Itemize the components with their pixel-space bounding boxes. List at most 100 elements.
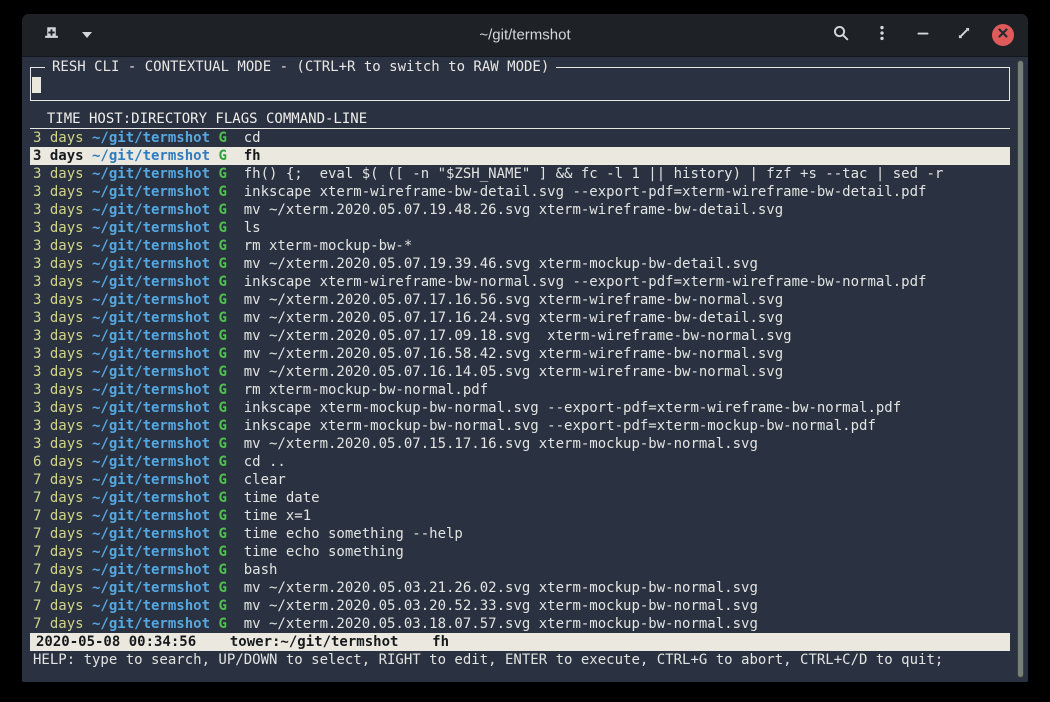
history-list: 3 days~/git/termshotGcd3 days~/git/terms… — [30, 129, 1010, 633]
row-host-directory: ~/git/termshot — [92, 310, 210, 326]
row-time: 7 days — [33, 490, 84, 506]
search-input[interactable] — [32, 77, 1005, 93]
tab-dropdown-button[interactable] — [74, 22, 100, 48]
new-tab-icon — [43, 24, 60, 46]
row-time: 7 days — [33, 472, 84, 488]
new-tab-button[interactable] — [38, 22, 64, 48]
history-row[interactable]: 3 days~/git/termshotGrm xterm-mockup-bw-… — [30, 237, 1010, 255]
status-host-path: tower:~/git/termshot — [230, 634, 399, 650]
row-host-directory: ~/git/termshot — [92, 328, 210, 344]
status-bar: 2020-05-08 00:34:56tower:~/git/termshotf… — [30, 633, 1010, 651]
history-row[interactable]: 7 days~/git/termshotGtime x=1 — [30, 507, 1010, 525]
history-row[interactable]: 7 days~/git/termshotGbash — [30, 561, 1010, 579]
history-row[interactable]: 7 days~/git/termshotGmv ~/xterm.2020.05.… — [30, 597, 1010, 615]
row-host-directory: ~/git/termshot — [92, 544, 210, 560]
history-row[interactable]: 3 days~/git/termshotGfh — [30, 147, 1010, 165]
row-host-directory: ~/git/termshot — [92, 130, 210, 146]
row-host-directory: ~/git/termshot — [92, 490, 210, 506]
row-host-directory: ~/git/termshot — [92, 202, 210, 218]
row-time: 3 days — [33, 184, 84, 200]
row-host-directory: ~/git/termshot — [92, 418, 210, 434]
row-time: 3 days — [33, 436, 84, 452]
row-flags: G — [218, 238, 226, 254]
row-command: time echo something --help — [244, 526, 463, 542]
row-time: 3 days — [33, 166, 84, 182]
history-row[interactable]: 3 days~/git/termshotGmv ~/xterm.2020.05.… — [30, 255, 1010, 273]
row-flags: G — [218, 544, 226, 560]
scrollbar-thumb[interactable] — [1017, 60, 1024, 678]
row-time: 3 days — [33, 220, 84, 236]
text-cursor — [32, 77, 41, 93]
row-time: 7 days — [33, 544, 84, 560]
row-host-directory: ~/git/termshot — [92, 598, 210, 614]
row-host-directory: ~/git/termshot — [92, 616, 210, 632]
history-row[interactable]: 6 days~/git/termshotGcd .. — [30, 453, 1010, 471]
history-row[interactable]: 7 days~/git/termshotGmv ~/xterm.2020.05.… — [30, 579, 1010, 597]
row-command: inkscape xterm-wireframe-bw-detail.svg -… — [244, 184, 927, 200]
row-time: 3 days — [33, 130, 84, 146]
row-host-directory: ~/git/termshot — [92, 184, 210, 200]
search-icon — [832, 24, 850, 47]
row-host-directory: ~/git/termshot — [92, 346, 210, 362]
history-row[interactable]: 7 days~/git/termshotGtime echo something — [30, 543, 1010, 561]
row-time: 3 days — [33, 400, 84, 416]
row-command: mv ~/xterm.2020.05.07.16.58.42.svg xterm… — [244, 346, 783, 362]
row-time: 3 days — [33, 292, 84, 308]
chevron-down-icon — [82, 32, 92, 38]
row-flags: G — [218, 148, 226, 164]
history-row[interactable]: 7 days~/git/termshotGclear — [30, 471, 1010, 489]
restore-window-icon — [955, 24, 973, 47]
row-flags: G — [218, 364, 226, 380]
history-row[interactable]: 7 days~/git/termshotGtime echo something… — [30, 525, 1010, 543]
history-row[interactable]: 3 days~/git/termshotGmv ~/xterm.2020.05.… — [30, 363, 1010, 381]
titlebar: ~/git/termshot — [22, 14, 1028, 57]
history-row[interactable]: 3 days~/git/termshotGinkscape xterm-wire… — [30, 273, 1010, 291]
history-row[interactable]: 3 days~/git/termshotGrm xterm-mockup-bw-… — [30, 381, 1010, 399]
row-time: 3 days — [33, 382, 84, 398]
row-time: 7 days — [33, 598, 84, 614]
row-host-directory: ~/git/termshot — [92, 274, 210, 290]
history-row[interactable]: 3 days~/git/termshotGinkscape xterm-mock… — [30, 399, 1010, 417]
row-host-directory: ~/git/termshot — [92, 382, 210, 398]
row-flags: G — [218, 598, 226, 614]
history-row[interactable]: 3 days~/git/termshotGmv ~/xterm.2020.05.… — [30, 309, 1010, 327]
history-row[interactable]: 3 days~/git/termshotGinkscape xterm-wire… — [30, 183, 1010, 201]
row-flags: G — [218, 526, 226, 542]
menu-button[interactable] — [869, 22, 895, 48]
row-time: 7 days — [33, 562, 84, 578]
help-line: HELP: type to search, UP/DOWN to select,… — [30, 651, 1010, 669]
row-time: 3 days — [33, 148, 84, 164]
history-row[interactable]: 3 days~/git/termshotGmv ~/xterm.2020.05.… — [30, 327, 1010, 345]
resh-search-panel: RESH CLI - CONTEXTUAL MODE - (CTRL+R to … — [30, 67, 1010, 101]
minimize-button[interactable] — [910, 22, 936, 48]
row-command: rm xterm-mockup-bw-* — [244, 238, 413, 254]
close-button[interactable] — [992, 24, 1014, 46]
history-row[interactable]: 3 days~/git/termshotGmv ~/xterm.2020.05.… — [30, 201, 1010, 219]
row-command: inkscape xterm-wireframe-bw-normal.svg -… — [244, 274, 927, 290]
row-flags: G — [218, 436, 226, 452]
history-row[interactable]: 3 days~/git/termshotGls — [30, 219, 1010, 237]
search-button[interactable] — [828, 22, 854, 48]
history-row[interactable]: 3 days~/git/termshotGcd — [30, 129, 1010, 147]
status-command: fh — [432, 634, 449, 650]
history-row[interactable]: 7 days~/git/termshotGmv ~/xterm.2020.05.… — [30, 615, 1010, 633]
row-host-directory: ~/git/termshot — [92, 454, 210, 470]
row-command: cd .. — [244, 454, 286, 470]
history-row[interactable]: 3 days~/git/termshotGmv ~/xterm.2020.05.… — [30, 435, 1010, 453]
row-host-directory: ~/git/termshot — [92, 472, 210, 488]
row-command: mv ~/xterm.2020.05.03.18.07.57.svg xterm… — [244, 616, 758, 632]
row-time: 6 days — [33, 454, 84, 470]
row-time: 7 days — [33, 526, 84, 542]
row-flags: G — [218, 328, 226, 344]
history-row[interactable]: 3 days~/git/termshotGmv ~/xterm.2020.05.… — [30, 345, 1010, 363]
row-command: time date — [244, 490, 320, 506]
history-row[interactable]: 7 days~/git/termshotGtime date — [30, 489, 1010, 507]
history-row[interactable]: 3 days~/git/termshotGinkscape xterm-mock… — [30, 417, 1010, 435]
history-row[interactable]: 3 days~/git/termshotGfh() {; eval $( ([ … — [30, 165, 1010, 183]
row-command: fh() {; eval $( ([ -n "$ZSH_NAME" ] && f… — [244, 166, 944, 182]
row-command: clear — [244, 472, 286, 488]
row-flags: G — [218, 346, 226, 362]
restore-button[interactable] — [951, 22, 977, 48]
history-row[interactable]: 3 days~/git/termshotGmv ~/xterm.2020.05.… — [30, 291, 1010, 309]
row-command: fh — [244, 148, 261, 164]
